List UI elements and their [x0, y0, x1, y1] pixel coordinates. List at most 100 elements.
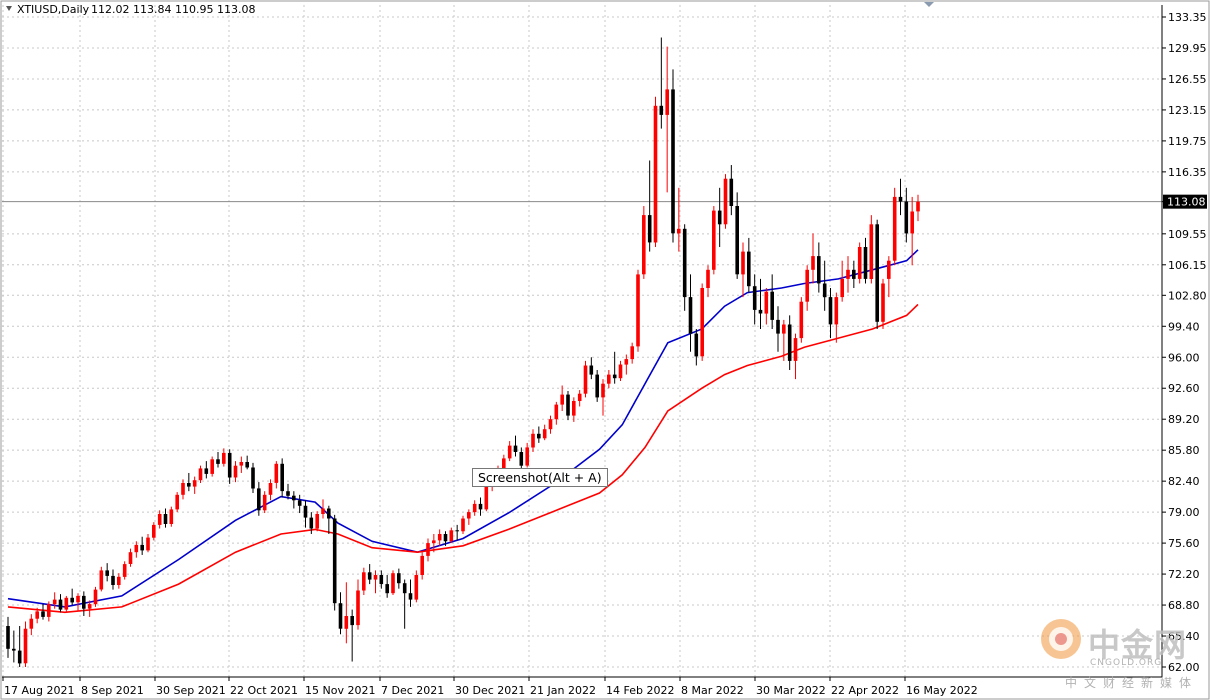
candle-body: [286, 491, 290, 496]
candle-body: [898, 196, 903, 202]
candle-body: [636, 274, 640, 347]
candle-body: [6, 626, 10, 649]
ohlc-values: 112.02 113.84 110.95 113.08: [91, 3, 255, 16]
candle-body: [455, 530, 459, 532]
candle-body: [157, 514, 162, 525]
candle-body: [58, 599, 63, 610]
candle-body: [782, 324, 786, 334]
candle-body: [653, 105, 658, 243]
watermark-tagline: 中文财经新媒体: [1064, 676, 1198, 690]
candle-body: [904, 201, 909, 234]
candle-body: [747, 251, 751, 287]
candle-body: [560, 394, 564, 405]
candle-body: [665, 89, 669, 115]
candle-body: [910, 211, 914, 234]
price-chart[interactable]: 133.35 129.95 126.55 123.15 119.75 116.35 113.…: [0, 0, 1210, 700]
candle-body: [227, 452, 232, 478]
candle-body: [274, 463, 279, 483]
candle-body: [99, 570, 104, 590]
candle-body: [887, 260, 891, 279]
y-tick-label: 133.35: [1168, 11, 1207, 24]
candle-body: [449, 530, 454, 542]
candle-body: [111, 575, 115, 585]
candle-body: [443, 534, 448, 542]
candle-body: [799, 301, 804, 339]
candle-body: [647, 215, 652, 243]
x-tick-label: 8 Mar 2022: [681, 684, 744, 697]
candle-body: [117, 576, 121, 585]
candle-body: [362, 572, 366, 591]
y-tick-label: 109.55: [1168, 228, 1207, 241]
candle-body: [811, 256, 815, 270]
candle-body: [105, 570, 109, 576]
candle-body: [303, 505, 308, 518]
candle-body: [712, 210, 716, 270]
chart-area[interactable]: 133.35 129.95 126.55 123.15 119.75 116.35 113.…: [0, 0, 1210, 700]
x-tick-label: 14 Feb 2022: [606, 684, 674, 697]
candle-body: [297, 500, 302, 506]
x-tick-label: 8 Sep 2021: [81, 684, 144, 697]
candle-body: [484, 486, 489, 510]
candle-body: [432, 540, 436, 544]
candle-body: [338, 603, 343, 629]
candle-body: [589, 365, 594, 375]
candle-body: [671, 89, 675, 234]
candle-body: [688, 297, 693, 334]
candle-body: [29, 618, 34, 629]
candle-body: [332, 518, 337, 604]
y-tick-label: 116.35: [1168, 166, 1207, 179]
candle-body: [729, 178, 734, 206]
candle-body: [513, 445, 518, 452]
candle-body: [70, 597, 74, 603]
candle-body: [210, 459, 214, 474]
candle-body: [717, 210, 722, 225]
candle-body: [414, 575, 419, 600]
candle-body: [770, 291, 774, 320]
candle-body: [700, 288, 704, 357]
current-price-label: 113.08: [1167, 196, 1206, 209]
candle-body: [257, 488, 261, 511]
x-tick-label: 17 Aug 2021: [4, 684, 74, 697]
candle-body: [82, 595, 86, 609]
candle-body: [787, 324, 792, 361]
candle-body: [537, 433, 541, 439]
candle-body: [268, 483, 273, 495]
candle-body: [350, 616, 354, 626]
candle-body: [245, 462, 249, 468]
candle-body: [17, 650, 22, 664]
candle-body: [187, 483, 191, 487]
y-tick-label: 68.80: [1168, 599, 1200, 612]
candle-body: [321, 508, 325, 514]
candle-body: [875, 224, 879, 322]
candle-body: [828, 297, 833, 325]
candle-body: [122, 564, 127, 577]
candle-body: [793, 338, 798, 361]
candle-body: [852, 269, 856, 279]
candle-body: [280, 463, 284, 492]
candle-body: [192, 480, 197, 487]
candle-body: [752, 286, 757, 310]
y-tick-label: 119.75: [1168, 135, 1207, 148]
candle-body: [134, 544, 139, 553]
candle-body: [146, 537, 150, 551]
x-tick-label: 16 May 2022: [906, 684, 978, 697]
candle-body: [531, 433, 535, 448]
candle-body: [216, 459, 220, 464]
screenshot-tooltip: Screenshot(Alt + A): [472, 468, 608, 487]
y-tick-label: 72.20: [1168, 568, 1200, 581]
candle-body: [251, 467, 255, 489]
chart-symbol-title: XTIUSD,Daily: [17, 3, 90, 16]
candle-body: [881, 283, 885, 322]
candle-body: [548, 419, 553, 430]
candle-body: [525, 447, 529, 466]
candle-body: [367, 572, 372, 580]
candle-body: [327, 508, 331, 519]
candle-body: [682, 228, 687, 298]
candle-body: [577, 393, 582, 401]
candle-body: [128, 552, 133, 564]
candle-body: [204, 468, 209, 474]
y-tick-label: 99.40: [1168, 320, 1200, 333]
y-tick-label: 89.20: [1168, 413, 1200, 426]
candle-body: [344, 616, 349, 629]
candle-body: [776, 319, 780, 334]
